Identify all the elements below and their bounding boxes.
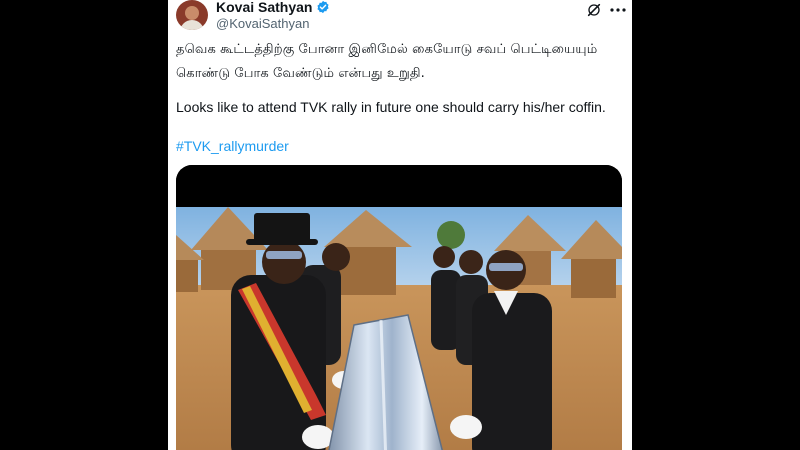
post-text-english: Looks like to attend TVK rally in future…	[176, 99, 606, 115]
avatar-face	[185, 6, 199, 20]
grok-icon[interactable]	[584, 0, 604, 20]
coffin-dancers-photo	[176, 165, 622, 450]
hashtag-link[interactable]: #TVK_rallymurder	[176, 138, 289, 154]
avatar-shirt	[180, 20, 204, 30]
author-row: Kovai Sathyan	[216, 0, 330, 15]
post-text-tamil: தவெக கூட்டத்திற்கு போனா இனிமேல் கையோடு ச…	[176, 42, 598, 81]
post-media-image[interactable]	[176, 165, 622, 450]
author-handle[interactable]: @KovaiSathyan	[216, 16, 309, 31]
author-name[interactable]: Kovai Sathyan	[216, 0, 312, 15]
verified-badge-icon	[317, 0, 330, 14]
more-options-icon[interactable]	[608, 0, 628, 20]
avatar[interactable]	[176, 0, 208, 30]
tweet-card: Kovai Sathyan @KovaiSathyan தவெக கூட்டத்…	[168, 0, 632, 450]
